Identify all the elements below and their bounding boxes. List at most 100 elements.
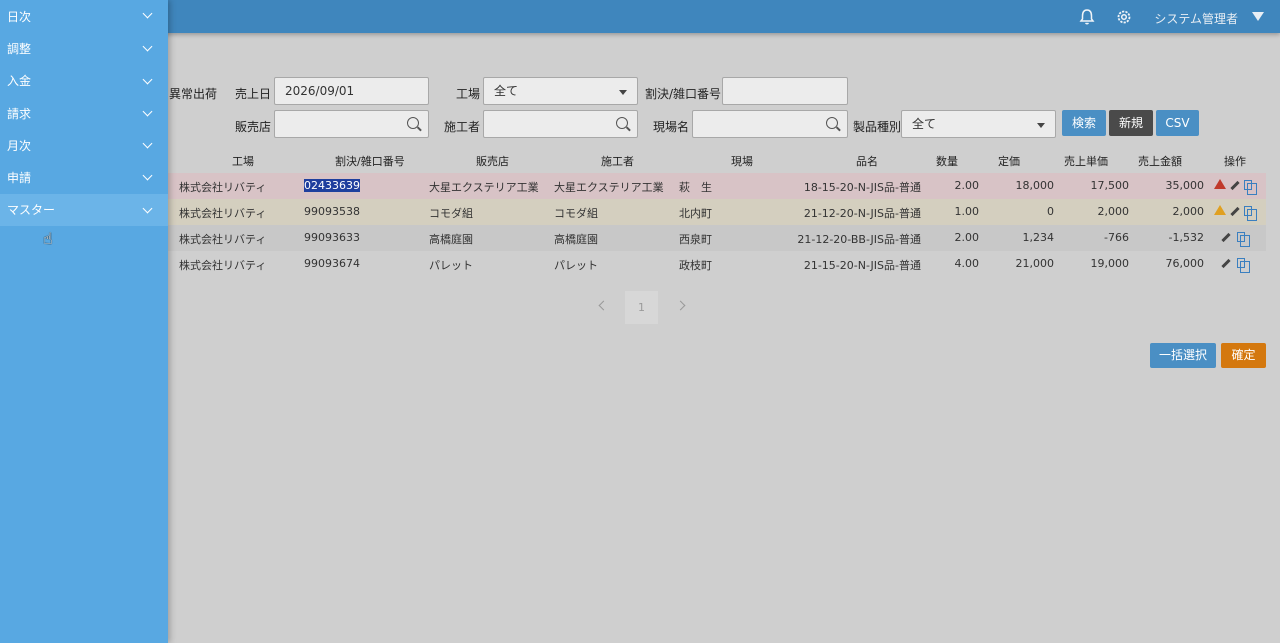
column-header-list-price[interactable]: 定価 (998, 153, 1020, 169)
store-search-input[interactable] (274, 110, 429, 138)
user-name[interactable]: システム管理者 (1154, 10, 1238, 27)
slip-number-label: 割決/雑口番号 (645, 87, 722, 101)
cell-product: 21-15-20-N-JIS品-普通 (803, 259, 921, 272)
cell-amount: 2,000 (1172, 205, 1205, 218)
top-bar: システム管理者 (0, 0, 1280, 33)
cell-factory: 株式会社リバティ (179, 233, 267, 246)
cell-store: 大星エクステリア工業 (429, 181, 539, 194)
slip-number-input[interactable] (722, 77, 848, 105)
cell-unit-price: -766 (1104, 231, 1129, 244)
column-header-store[interactable]: 販売店 (476, 153, 509, 169)
page-number-current[interactable]: 1 (625, 291, 658, 324)
sidebar-item-label: 月次 (7, 138, 32, 153)
builder-search-input[interactable] (483, 110, 638, 138)
bell-icon[interactable] (1078, 8, 1096, 26)
search-icon[interactable] (407, 117, 419, 129)
edit-pencil-icon[interactable] (1230, 206, 1240, 217)
search-icon[interactable] (616, 117, 628, 129)
cell-slip-number: 99093633 (304, 231, 360, 244)
column-header-unit-price[interactable]: 売上単価 (1064, 153, 1108, 169)
gear-icon[interactable] (1115, 8, 1133, 26)
cell-list-price: 18,000 (1015, 179, 1055, 192)
sales-date-label: 売上日 (235, 87, 272, 101)
table-row[interactable]: 株式会社リバティ 99093633 高橋庭園 高橋庭園 西泉町 21-12-20-BB-J… (168, 225, 1266, 251)
column-header-amount[interactable]: 売上金額 (1138, 153, 1182, 169)
sidebar-item-payment[interactable]: 入金 (0, 65, 168, 97)
cell-quantity: 2.00 (954, 231, 980, 244)
column-header-builder[interactable]: 施工者 (601, 153, 634, 169)
hand-pointer-cursor-icon: ☝ (43, 229, 53, 248)
sidebar-item-application[interactable]: 申請 (0, 161, 168, 193)
sidebar-item-label: マスター (7, 203, 56, 218)
cell-list-price: 0 (1047, 205, 1054, 218)
chevron-down-icon (142, 171, 153, 181)
site-name-search-input[interactable] (692, 110, 848, 138)
cell-store: 高橋庭園 (429, 233, 473, 246)
chevron-down-icon (142, 106, 153, 117)
chevron-down-icon (142, 8, 153, 19)
user-menu-caret-icon[interactable] (1252, 12, 1264, 21)
cell-builder: 大星エクステリア工業 (554, 181, 664, 194)
dropdown-caret-icon (619, 90, 627, 95)
factory-select-value: 全て (494, 84, 519, 98)
cell-slip-number: 99093674 (304, 257, 360, 270)
chevron-down-icon (142, 41, 153, 52)
product-type-select[interactable]: 全て (901, 110, 1056, 138)
column-header-quantity[interactable]: 数量 (936, 153, 958, 169)
dropdown-caret-icon (1037, 123, 1045, 128)
cell-amount: 76,000 (1165, 257, 1205, 270)
cell-builder: パレット (554, 259, 598, 272)
select-all-button[interactable]: 一括選択 (1150, 343, 1216, 368)
cell-factory: 株式会社リバティ (179, 181, 267, 194)
cell-factory: 株式会社リバティ (179, 207, 267, 220)
cell-product: 18-15-20-N-JIS品-普通 (803, 181, 921, 194)
sidebar-item-billing[interactable]: 請求 (0, 97, 168, 129)
column-header-slip-number[interactable]: 割決/雑口番号 (335, 153, 405, 169)
cell-site: 西泉町 (679, 233, 712, 246)
prev-page-icon[interactable] (598, 300, 609, 311)
copy-icon[interactable] (1237, 258, 1250, 273)
cell-amount: 35,000 (1165, 179, 1205, 192)
column-header-factory[interactable]: 工場 (232, 153, 254, 169)
factory-select[interactable]: 全て (483, 77, 638, 105)
sidebar-item-master[interactable]: マスター (0, 193, 168, 227)
product-type-label: 製品種別 (853, 120, 902, 134)
sidebar-item-label: 調整 (7, 41, 32, 56)
cell-product: 21-12-20-N-JIS品-普通 (803, 207, 921, 220)
table-header: 工場 割決/雑口番号 販売店 施工者 現場 品名 数量 定価 売上単価 売上金額… (168, 150, 1266, 172)
confirm-button[interactable]: 確定 (1221, 343, 1266, 368)
error-warning-icon[interactable] (1214, 179, 1226, 189)
column-header-product[interactable]: 品名 (856, 153, 878, 169)
edit-pencil-icon[interactable] (1221, 232, 1231, 243)
cell-slip-number: 99093538 (304, 205, 360, 218)
store-label: 販売店 (235, 120, 272, 134)
table-row[interactable]: 株式会社リバティ 99093538 コモダ組 コモダ組 北内町 21-12-20-N-JI… (168, 199, 1266, 225)
column-header-site[interactable]: 現場 (731, 153, 753, 169)
copy-icon[interactable] (1244, 180, 1257, 195)
copy-icon[interactable] (1244, 206, 1257, 221)
edit-pencil-icon[interactable] (1230, 180, 1240, 191)
cell-site: 北内町 (679, 207, 712, 220)
cell-unit-price: 2,000 (1097, 205, 1130, 218)
chevron-down-icon (142, 138, 153, 149)
sidebar-item-adjustment[interactable]: 調整 (0, 32, 168, 64)
sidebar-item-daily[interactable]: 日次 (0, 0, 168, 32)
new-button[interactable]: 新規 (1109, 110, 1153, 136)
sidebar-item-monthly[interactable]: 月次 (0, 129, 168, 161)
search-icon[interactable] (826, 117, 838, 129)
copy-icon[interactable] (1237, 232, 1250, 247)
table-row[interactable]: 株式会社リバティ 02433639 大星エクステリア工業 大星エクステリア工業 萩 生 1… (168, 173, 1266, 199)
cell-site: 萩 生 (679, 181, 712, 194)
table-row[interactable]: 株式会社リバティ 99093674 パレット パレット 政枝町 21-15-20-N-JI… (168, 251, 1266, 277)
search-button[interactable]: 検索 (1062, 110, 1106, 136)
cell-product: 21-12-20-BB-JIS品-普通 (797, 233, 921, 246)
next-page-icon[interactable] (675, 300, 686, 311)
warning-icon[interactable] (1214, 205, 1226, 215)
sales-date-input[interactable]: 2026/09/01 (274, 77, 429, 105)
edit-pencil-icon[interactable] (1221, 258, 1231, 269)
csv-button[interactable]: CSV (1156, 110, 1199, 136)
abnormal-shipment-label[interactable]: 異常出荷 (169, 85, 217, 102)
builder-label: 施工者 (444, 120, 481, 134)
cell-builder: 高橋庭園 (554, 233, 598, 246)
sidebar-item-label: 日次 (7, 9, 32, 24)
